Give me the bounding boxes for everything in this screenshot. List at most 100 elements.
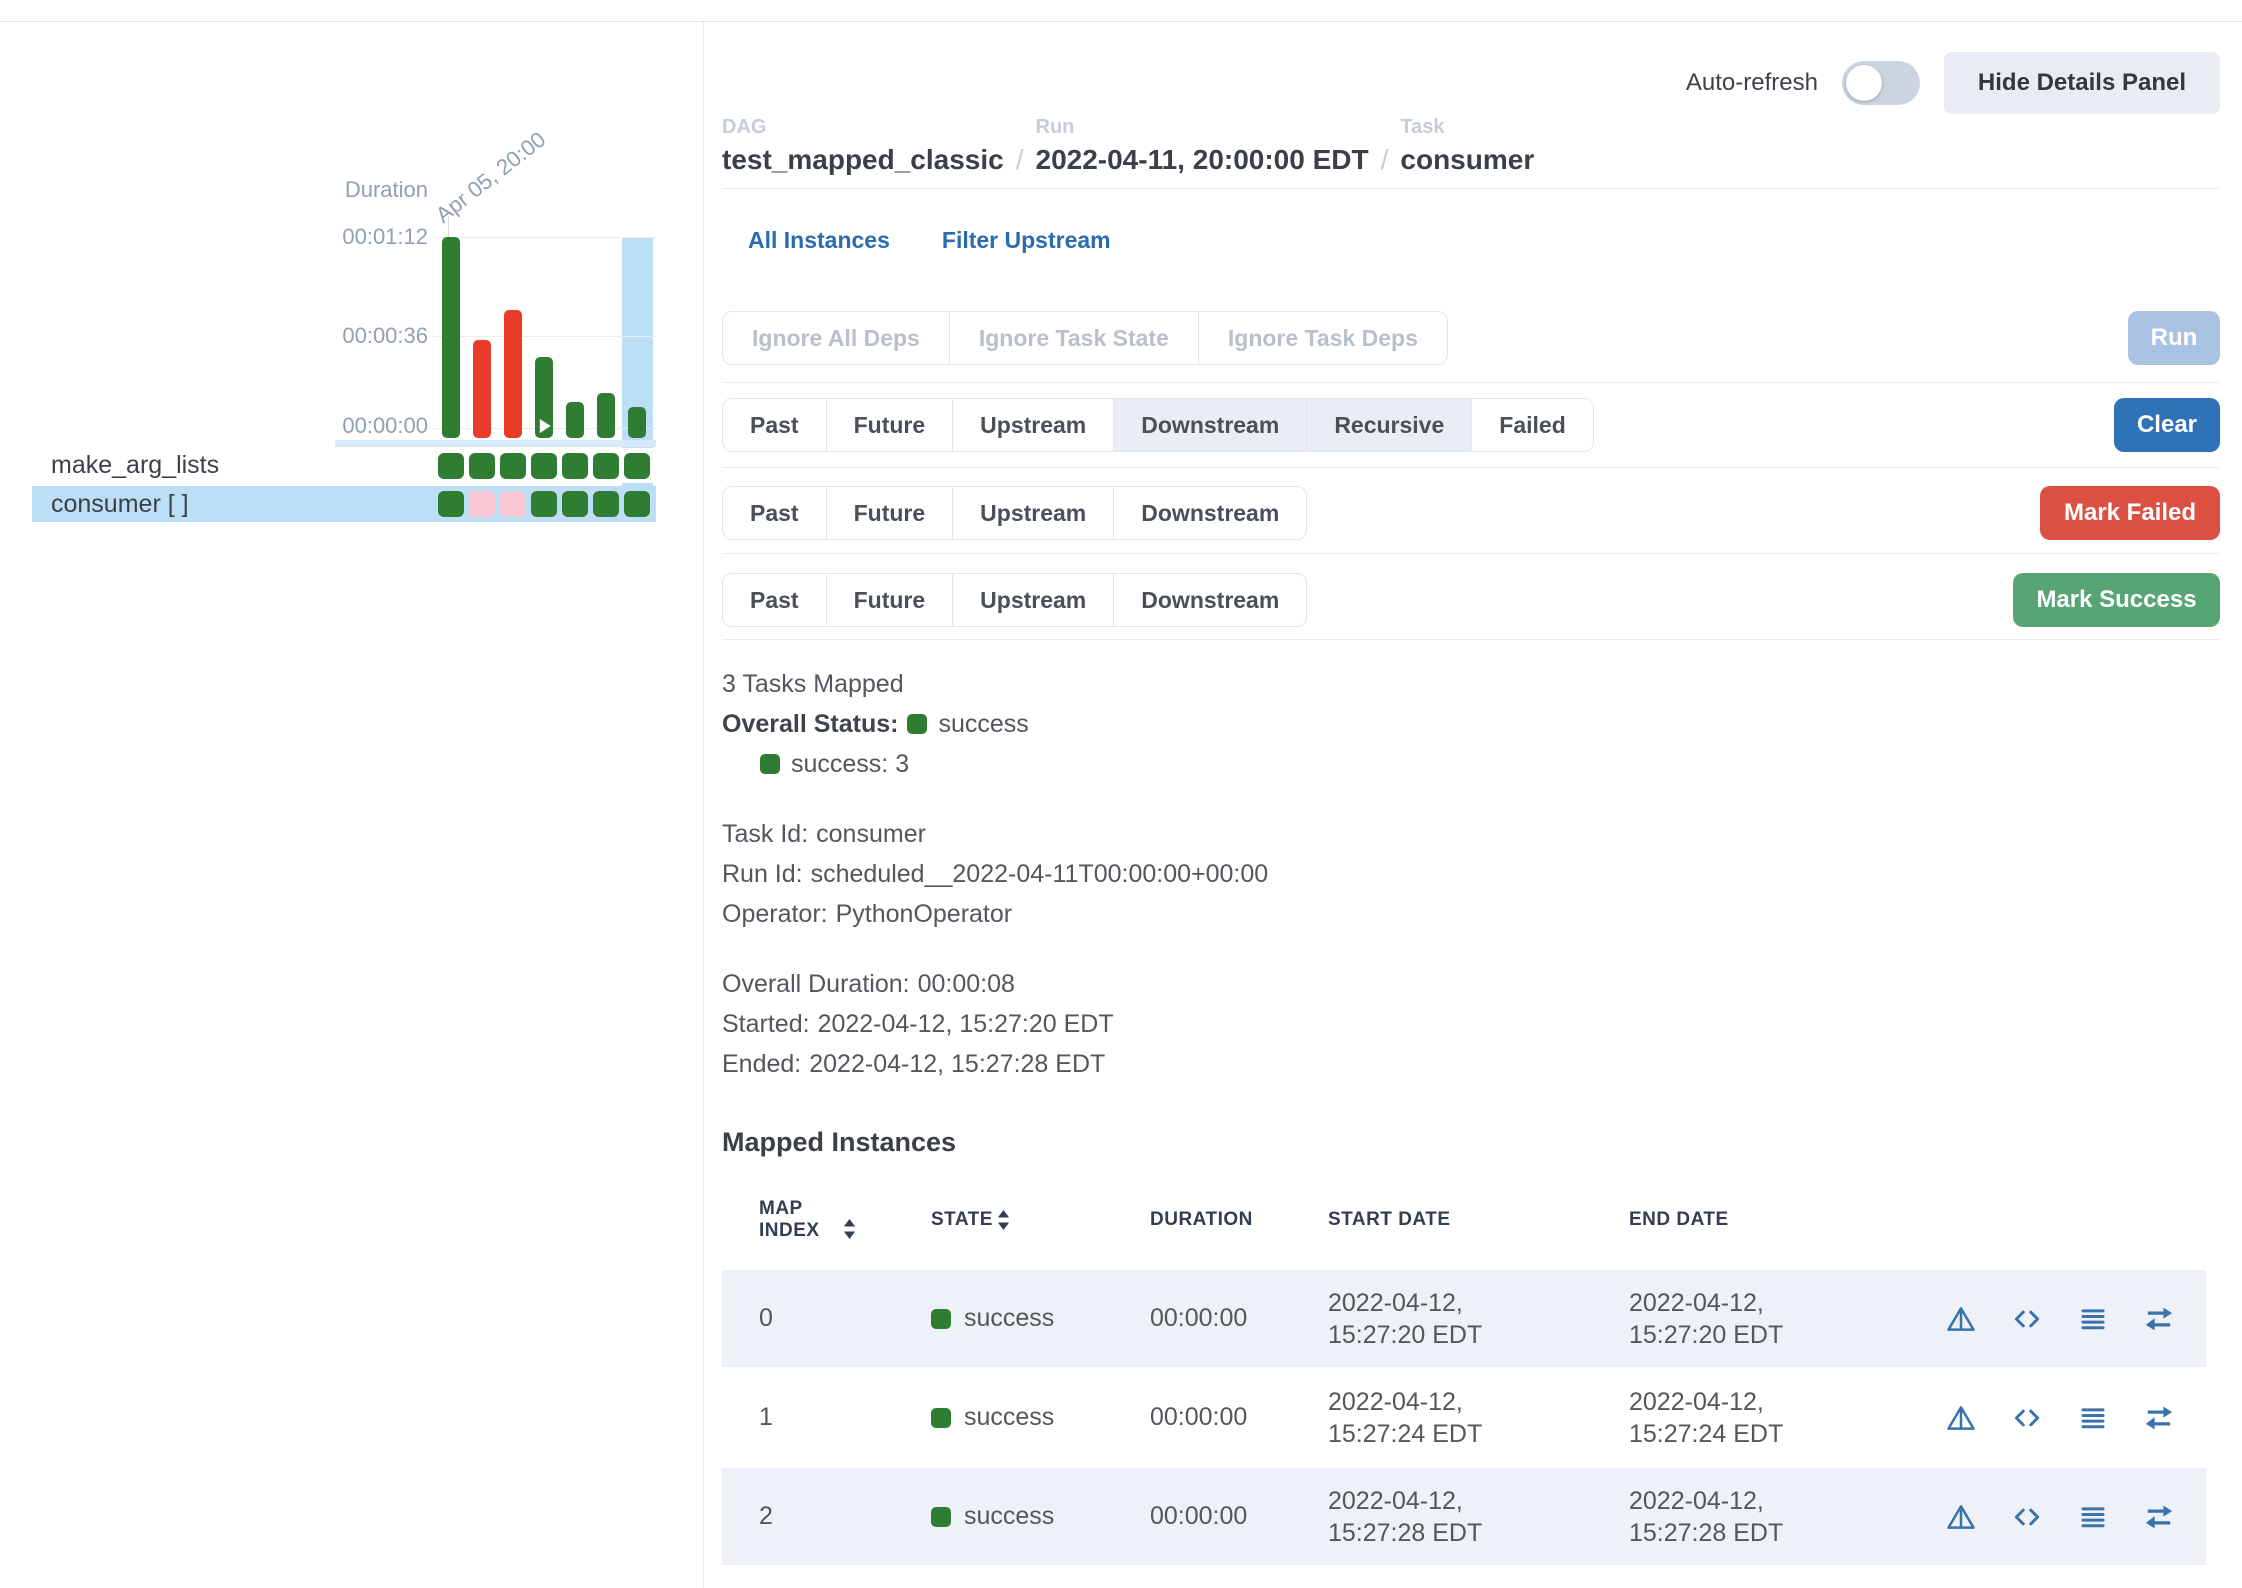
log-icon[interactable] [2077, 1402, 2109, 1434]
start-date-cell: 2022-04-12, 15:27:20 EDT [1328, 1287, 1629, 1351]
started-line: Started:2022-04-12, 15:27:20 EDT [722, 1009, 2220, 1039]
clear-option-past[interactable]: Past [722, 398, 827, 452]
mapped-instance-row[interactable]: 0success00:00:002022-04-12, 15:27:20 EDT… [722, 1270, 2206, 1367]
failed-option-future[interactable]: Future [826, 486, 954, 540]
mark-success-button[interactable]: Mark Success [2013, 573, 2220, 627]
breadcrumb-separator: / [1369, 115, 1401, 177]
task-instance-square[interactable] [438, 491, 464, 517]
dag-run-duration-bar[interactable] [504, 310, 522, 438]
success-option-upstream[interactable]: Upstream [952, 573, 1114, 627]
ignore-task-deps-button[interactable]: Ignore Task Deps [1198, 311, 1448, 365]
log-icon[interactable] [2077, 1501, 2109, 1533]
task-instance-square[interactable] [593, 453, 619, 479]
gridline [433, 237, 656, 238]
section-divider [722, 188, 2220, 189]
task-instance-square[interactable] [531, 453, 557, 479]
clear-button[interactable]: Clear [2114, 398, 2220, 452]
run-button[interactable]: Run [2128, 311, 2220, 365]
header-state[interactable]: STATE [931, 1209, 1150, 1231]
transfer-icon[interactable] [2143, 1303, 2175, 1335]
breadcrumb-run: Run 2022-04-11, 20:00:00 EDT [1036, 115, 1369, 177]
mark-failed-option-group: Past Future Upstream Downstream [722, 486, 2220, 540]
tab-filter-upstream[interactable]: Filter Upstream [942, 227, 1111, 254]
task-instance-squares [438, 491, 650, 517]
task-name-label[interactable]: consumer [ ] [32, 490, 189, 519]
row-actions [1945, 1303, 2206, 1335]
task-instance-square[interactable] [562, 491, 588, 517]
mark-failed-options-row: Past Future Upstream Downstream Mark Fai… [722, 486, 2220, 540]
task-row-consumer[interactable]: consumer [ ] [32, 486, 656, 522]
clear-option-downstream[interactable]: Downstream [1113, 398, 1307, 452]
clear-option-recursive[interactable]: Recursive [1306, 398, 1472, 452]
clear-option-upstream[interactable]: Upstream [952, 398, 1114, 452]
task-instance-square[interactable] [500, 453, 526, 479]
transfer-icon[interactable] [2143, 1501, 2175, 1533]
axis-highlight-band [335, 440, 656, 447]
details-icon[interactable] [1945, 1303, 1977, 1335]
dag-run-duration-bar[interactable] [597, 393, 615, 438]
dag-run-duration-bar[interactable] [566, 402, 584, 438]
dependency-options-row: Ignore All Deps Ignore Task State Ignore… [722, 311, 2220, 365]
success-state-square [760, 754, 780, 774]
code-icon[interactable] [2011, 1402, 2043, 1434]
task-value[interactable]: consumer [1400, 143, 1534, 177]
breadcrumb-dag: DAG test_mapped_classic [722, 115, 1004, 177]
dag-run-duration-bar[interactable] [473, 340, 491, 438]
section-divider [722, 639, 2220, 640]
operator-line: Operator:PythonOperator [722, 899, 2220, 929]
failed-option-past[interactable]: Past [722, 486, 827, 540]
ignore-task-state-button[interactable]: Ignore Task State [949, 311, 1199, 365]
success-option-downstream[interactable]: Downstream [1113, 573, 1307, 627]
details-icon[interactable] [1945, 1402, 1977, 1434]
task-instance-square[interactable] [500, 491, 526, 517]
y-tick-label: 00:01:12 [318, 224, 428, 250]
clear-option-future[interactable]: Future [826, 398, 954, 452]
task-label: Task [1400, 115, 1534, 139]
summary-section: 3 Tasks Mapped Overall Status: success s… [722, 669, 2220, 779]
task-instance-square[interactable] [562, 453, 588, 479]
mapped-instance-row[interactable]: 2success00:00:002022-04-12, 15:27:28 EDT… [722, 1468, 2206, 1565]
task-instance-square[interactable] [531, 491, 557, 517]
code-icon[interactable] [2011, 1303, 2043, 1335]
dag-value[interactable]: test_mapped_classic [722, 143, 1004, 177]
mapped-instance-row[interactable]: 1success00:00:002022-04-12, 15:27:24 EDT… [722, 1369, 2206, 1466]
dag-run-duration-bar[interactable] [535, 357, 553, 438]
start-date-cell: 2022-04-12, 15:27:24 EDT [1328, 1386, 1629, 1450]
run-label: Run [1036, 115, 1369, 139]
run-date-label: Apr 05, 20:00 [430, 125, 553, 230]
table-header-row: MAP INDEX STATE DURATION START DATE END … [722, 1176, 2206, 1268]
task-instance-square[interactable] [624, 491, 650, 517]
transfer-icon[interactable] [2143, 1402, 2175, 1434]
end-date-cell: 2022-04-12, 15:27:24 EDT [1629, 1386, 1945, 1450]
run-value[interactable]: 2022-04-11, 20:00:00 EDT [1036, 143, 1369, 177]
success-option-past[interactable]: Past [722, 573, 827, 627]
success-option-future[interactable]: Future [826, 573, 954, 627]
task-instance-square[interactable] [593, 491, 619, 517]
map-index-cell: 0 [722, 1304, 931, 1333]
task-instance-square[interactable] [469, 491, 495, 517]
task-id-line: Task Id:consumer [722, 819, 2220, 849]
header-map-index[interactable]: MAP INDEX [722, 1198, 931, 1242]
ignore-all-deps-button[interactable]: Ignore All Deps [722, 311, 950, 365]
task-instance-square[interactable] [438, 453, 464, 479]
code-icon[interactable] [2011, 1501, 2043, 1533]
x-axis-tick [448, 216, 449, 237]
failed-option-upstream[interactable]: Upstream [952, 486, 1114, 540]
dag-run-duration-bar[interactable] [442, 237, 460, 438]
task-instance-square[interactable] [624, 453, 650, 479]
state-square [931, 1408, 951, 1428]
end-date-cell: 2022-04-12, 15:27:20 EDT [1629, 1287, 1945, 1351]
clear-option-failed[interactable]: Failed [1471, 398, 1593, 452]
log-icon[interactable] [2077, 1303, 2109, 1335]
failed-option-downstream[interactable]: Downstream [1113, 486, 1307, 540]
dag-run-duration-bar[interactable] [628, 407, 646, 438]
task-instance-square[interactable] [469, 453, 495, 479]
mark-success-options-row: Past Future Upstream Downstream Mark Suc… [722, 573, 2220, 627]
mark-failed-button[interactable]: Mark Failed [2040, 486, 2220, 540]
task-row-make-arg-lists[interactable]: make_arg_lists [32, 448, 656, 483]
table-body: 0success00:00:002022-04-12, 15:27:20 EDT… [722, 1270, 2206, 1565]
details-icon[interactable] [1945, 1501, 1977, 1533]
task-name-label[interactable]: make_arg_lists [32, 451, 219, 480]
overall-status-line: Overall Status: success [722, 709, 2220, 739]
tab-all-instances[interactable]: All Instances [748, 227, 890, 254]
